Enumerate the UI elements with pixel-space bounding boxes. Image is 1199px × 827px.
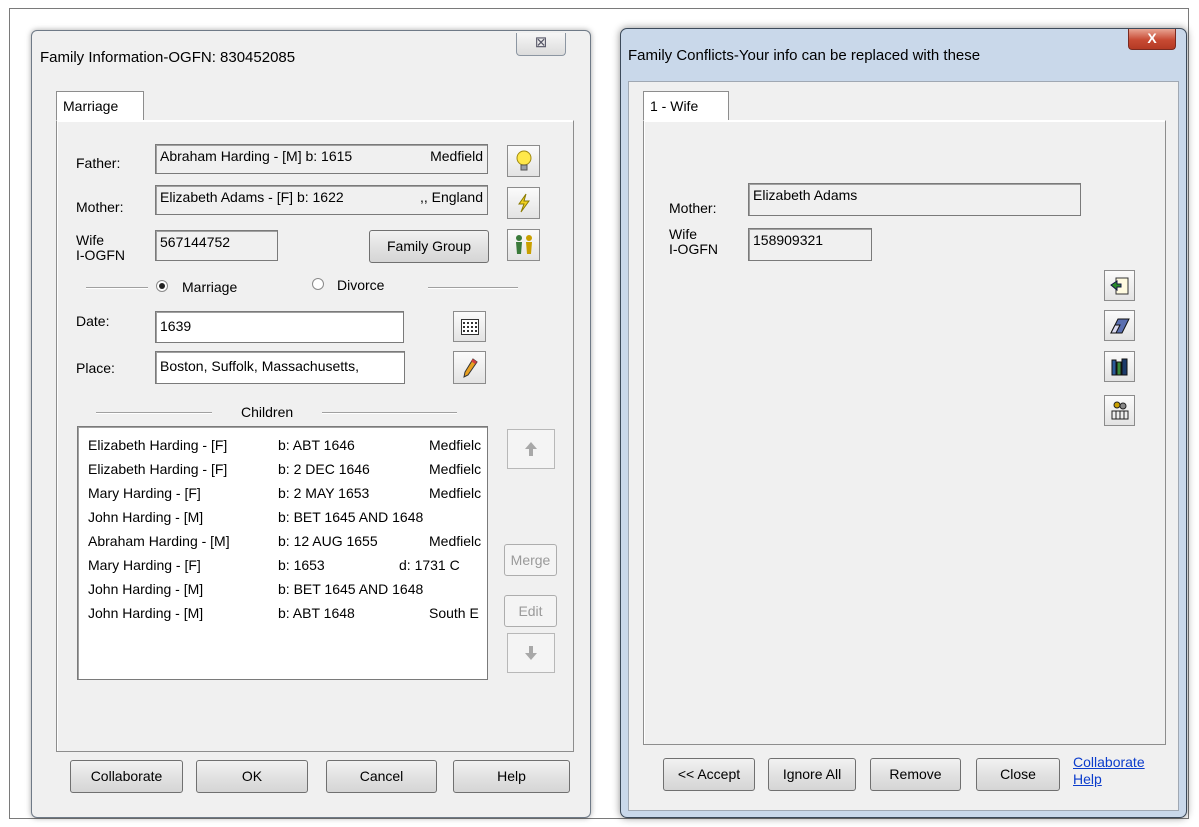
tab-wife[interactable]: 1 - Wife: [643, 91, 729, 121]
collaborate-link[interactable]: Collaborate: [1073, 754, 1145, 770]
father-label: Father:: [76, 155, 121, 171]
father-place: Medfield: [430, 148, 483, 164]
family-tree-icon[interactable]: [1104, 395, 1135, 426]
mother-value: Elizabeth Adams - [F] b: 1622: [160, 189, 344, 205]
place-input[interactable]: Boston, Suffolk, Massachusetts,: [155, 351, 405, 384]
calendar-icon[interactable]: [453, 311, 486, 342]
list-item[interactable]: John Harding - [M] b: BET 1645 AND 1648: [88, 509, 483, 531]
window-title: Family Conflicts-Your info can be replac…: [628, 47, 981, 64]
divider-line: [96, 412, 212, 414]
cancel-button[interactable]: Cancel: [326, 760, 437, 793]
family-group-button[interactable]: Family Group: [369, 230, 489, 263]
divorce-radio[interactable]: [312, 278, 324, 290]
pencil-icon[interactable]: [453, 351, 486, 384]
mother-label: Mother:: [669, 200, 717, 216]
collaborate-button[interactable]: Collaborate: [70, 760, 183, 793]
marriage-radio-label: Marriage: [182, 279, 238, 295]
mother-label: Mother:: [76, 199, 124, 215]
move-down-icon[interactable]: [507, 633, 555, 673]
family-people-icon[interactable]: [507, 229, 540, 261]
divider-line: [322, 412, 457, 414]
accept-button[interactable]: << Accept: [663, 758, 755, 791]
move-up-icon[interactable]: [507, 429, 555, 469]
wife-ogfn-field[interactable]: 567144752: [155, 230, 278, 261]
place-label: Place:: [76, 360, 115, 376]
list-item[interactable]: Elizabeth Harding - [F] b: ABT 1646 Medfie…: [88, 437, 483, 459]
date-label: Date:: [76, 313, 110, 329]
list-item[interactable]: Mary Harding - [F] b: 2 MAY 1653 Medfielc: [88, 485, 483, 507]
eraser-icon[interactable]: [1104, 310, 1135, 341]
mother-field[interactable]: Elizabeth Adams - [F] b: 1622 ,, England: [155, 185, 488, 215]
close-button[interactable]: ⊠: [516, 33, 566, 56]
lightning-icon[interactable]: [507, 187, 540, 219]
father-value: Abraham Harding - [M] b: 1615: [160, 148, 353, 164]
close-icon[interactable]: X: [1128, 29, 1176, 50]
list-item[interactable]: John Harding - [M] b: BET 1645 AND 1648: [88, 581, 483, 603]
edit-button[interactable]: Edit: [504, 595, 557, 627]
wife-label: Wife I-OGFN: [669, 226, 718, 257]
remove-button[interactable]: Remove: [870, 758, 961, 791]
window-title: Family Information-OGFN: 830452085: [40, 49, 296, 66]
date-input[interactable]: 1639: [155, 311, 404, 343]
mother-place: ,, England: [419, 189, 483, 205]
tab-marriage[interactable]: Marriage: [56, 91, 144, 121]
lightbulb-icon[interactable]: [507, 145, 540, 177]
family-conflicts-window: Family Conflicts-Your info can be replac…: [620, 28, 1187, 818]
list-item[interactable]: Elizabeth Harding - [F] b: 2 DEC 1646 Medf…: [88, 461, 483, 483]
mother-field[interactable]: Elizabeth Adams: [748, 183, 1081, 216]
family-information-window: Family Information-OGFN: 830452085 ⊠ Mar…: [31, 30, 591, 818]
children-label: Children: [241, 404, 294, 420]
ignore-all-button[interactable]: Ignore All: [768, 758, 856, 791]
list-item[interactable]: Abraham Harding - [M] b: 12 AUG 1655 Medfi…: [88, 533, 483, 555]
help-button[interactable]: Help: [453, 760, 570, 793]
import-document-icon[interactable]: [1104, 270, 1135, 301]
marriage-radio[interactable]: [156, 280, 168, 292]
list-item[interactable]: John Harding - [M] b: ABT 1648 South E: [88, 605, 483, 627]
ok-button[interactable]: OK: [196, 760, 308, 793]
children-list[interactable]: Elizabeth Harding - [F] b: ABT 1646 Medfie…: [77, 426, 488, 680]
divorce-radio-label: Divorce: [337, 277, 385, 293]
divider-line: [428, 287, 518, 289]
wife-ogfn-field[interactable]: 158909321: [748, 228, 872, 261]
wife-label: Wife I-OGFN: [76, 232, 125, 263]
books-icon[interactable]: [1104, 351, 1135, 382]
close-button[interactable]: Close: [976, 758, 1060, 791]
merge-button[interactable]: Merge: [504, 544, 557, 576]
list-item[interactable]: Mary Harding - [F] b: 1653 d: 1731 C: [88, 557, 483, 579]
divider-line: [86, 287, 148, 289]
father-field[interactable]: Abraham Harding - [M] b: 1615 Medfield: [155, 144, 488, 174]
help-link[interactable]: Help: [1073, 771, 1102, 787]
